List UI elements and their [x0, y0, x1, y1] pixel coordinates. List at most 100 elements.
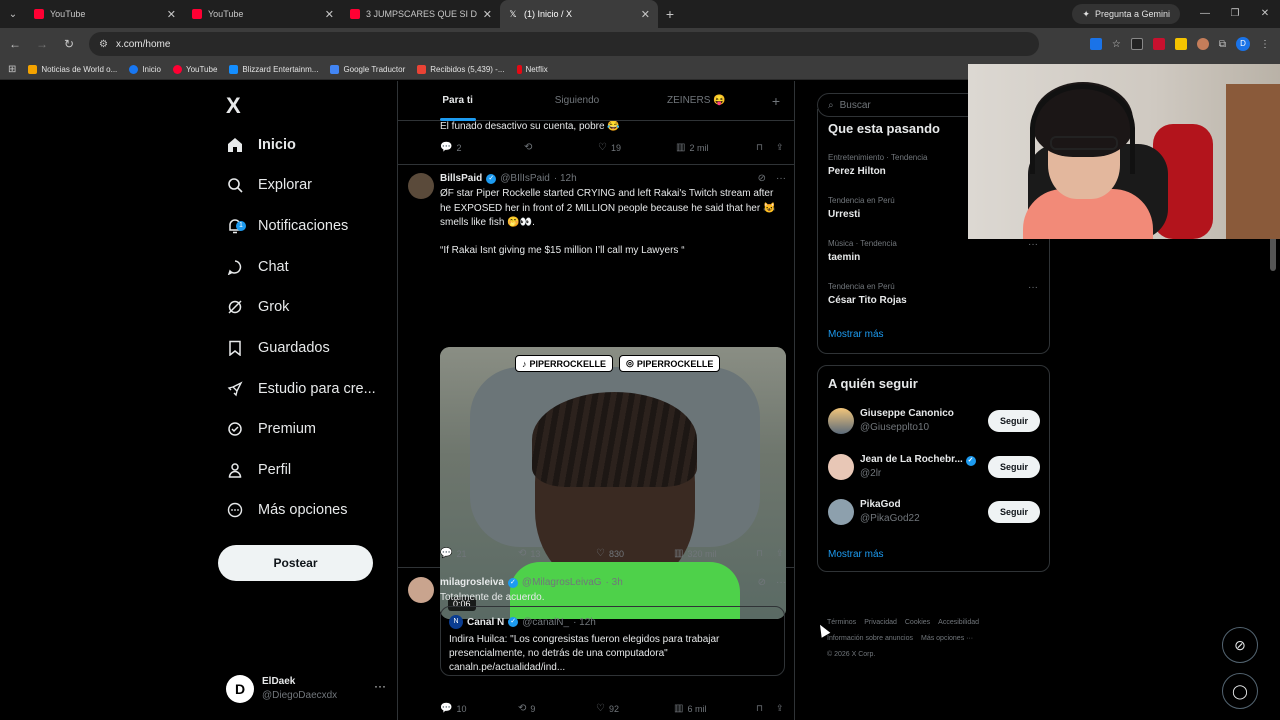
views-button[interactable]: ▥ 6 mil	[674, 703, 756, 714]
follow-suggestion[interactable]: Giuseppe Canonico @Giusepplto10 Seguir	[828, 408, 1040, 438]
follow-button[interactable]: Seguir	[988, 456, 1040, 478]
bookmark-button[interactable]: ⊓	[756, 548, 776, 559]
bookmark-item[interactable]: Google Traductor	[330, 65, 405, 74]
author-name[interactable]: BillsPaid	[440, 173, 482, 184]
browser-tab-4[interactable]: 𝕏 (1) Inicio / X ✕	[500, 0, 658, 28]
trend-item[interactable]: Tendencia en Perú César Tito Rojas ···	[828, 282, 1038, 306]
quoted-tweet[interactable]: N Canal N ✓ @canalN_ · 12h Indira Huilca…	[440, 606, 785, 676]
browser-tab-3[interactable]: 3 JUMPSCARES QUE SI DAN M ✕	[342, 0, 500, 28]
tweet-time[interactable]: · 3h	[606, 577, 623, 588]
nav-item-premium[interactable]: Premium	[226, 411, 316, 447]
tab-para-ti[interactable]: Para ti	[398, 81, 517, 121]
forward-icon[interactable]: →	[30, 37, 54, 51]
nav-item-inicio[interactable]: Inicio	[226, 127, 296, 163]
star-icon[interactable]: ☆	[1112, 39, 1121, 50]
gemini-button[interactable]: ✦ Pregunta a Gemini	[1072, 4, 1180, 24]
add-tab-icon[interactable]: +	[756, 93, 794, 109]
share-button[interactable]: ⇪	[776, 703, 784, 714]
close-icon[interactable]: ✕	[167, 8, 176, 21]
nav-item-guardados[interactable]: Guardados	[226, 330, 330, 366]
more-icon[interactable]: ···	[776, 577, 786, 588]
trend-item[interactable]: Música · Tendencia taemin ···	[828, 239, 1038, 263]
share-button[interactable]: ⇪	[776, 548, 784, 559]
more-icon[interactable]: ···	[1028, 239, 1038, 250]
back-icon[interactable]: ←	[3, 37, 27, 51]
footer-link[interactable]: Información sobre anuncios	[827, 635, 913, 642]
nav-item-mas-opciones[interactable]: Más opciones	[226, 492, 347, 528]
follow-suggestion[interactable]: Jean de La Rochebr... ✓ @2lr Seguir	[828, 454, 1040, 484]
more-icon[interactable]: ···	[776, 173, 786, 184]
address-bar[interactable]: ⚙ x.com/home	[89, 32, 1039, 56]
like-button[interactable]: ♡ 19	[598, 142, 676, 153]
repost-button[interactable]: ⟲ 13	[518, 548, 596, 559]
reply-button[interactable]: 💬 2	[440, 142, 524, 153]
more-icon[interactable]: ···	[374, 679, 386, 693]
repost-button[interactable]: ⟲ 9	[518, 703, 596, 714]
extension-icon[interactable]	[1196, 38, 1209, 50]
follow-button[interactable]: Seguir	[988, 501, 1040, 523]
tab-zeiners[interactable]: ZEINERS 😝	[637, 81, 756, 121]
author-handle[interactable]: @MilagrosLeivaG	[522, 577, 602, 588]
new-tab-button[interactable]: +	[658, 6, 682, 22]
views-button[interactable]: ▥ 320 mil	[674, 548, 756, 559]
footer-link[interactable]: Privacidad	[864, 619, 897, 626]
share-button[interactable]: ⇪	[776, 142, 784, 153]
extension-icon[interactable]	[1174, 38, 1187, 50]
bookmark-item[interactable]: YouTube	[172, 65, 217, 74]
bookmark-item[interactable]: Blizzard Entertainm...	[229, 65, 318, 74]
show-more-link[interactable]: Mostrar más	[828, 549, 884, 560]
restore-icon[interactable]: ❐	[1220, 0, 1250, 28]
minimize-icon[interactable]: —	[1190, 0, 1220, 28]
nav-item-notificaciones[interactable]: 1 Notificaciones	[226, 208, 348, 244]
footer-link[interactable]: Cookies	[905, 619, 930, 626]
footer-link[interactable]: Accesibilidad	[938, 619, 979, 626]
apps-icon[interactable]: ⊞	[8, 64, 16, 75]
footer-link[interactable]: Términos	[827, 619, 856, 626]
grok-icon[interactable]: ⊘	[758, 577, 766, 588]
extension-icon[interactable]	[1152, 38, 1165, 50]
grok-float-button[interactable]: ⊘	[1222, 627, 1258, 663]
nav-item-explorar[interactable]: Explorar	[226, 167, 312, 203]
chat-float-button[interactable]: ◯	[1222, 673, 1258, 709]
nav-item-perfil[interactable]: Perfil	[226, 452, 291, 488]
tweet[interactable]: milagrosleiva ✓ @MilagrosLeivaG · 3h ⊘ ·…	[398, 569, 794, 720]
extension-icon[interactable]	[1130, 38, 1143, 50]
bookmark-button[interactable]: ⊓	[756, 142, 776, 153]
browser-tab-1[interactable]: YouTube ✕	[26, 0, 184, 28]
nav-item-estudio[interactable]: Estudio para cre...	[226, 371, 376, 407]
nav-item-chat[interactable]: Chat	[226, 249, 289, 285]
author-name[interactable]: milagrosleiva	[440, 577, 504, 588]
more-icon[interactable]: ···	[1028, 282, 1038, 293]
avatar[interactable]	[408, 577, 434, 603]
bookmark-item[interactable]: Noticias de World o...	[28, 65, 117, 74]
account-switcher[interactable]: D ElDaek @DiegoDaecxdx ···	[226, 669, 386, 709]
post-button[interactable]: Postear	[218, 545, 373, 581]
browser-tab-2[interactable]: YouTube ✕	[184, 0, 342, 28]
avatar[interactable]	[408, 173, 434, 199]
close-window-icon[interactable]: ✕	[1250, 0, 1280, 28]
reload-icon[interactable]: ↻	[57, 37, 81, 51]
like-button[interactable]: ♡ 830	[596, 548, 674, 559]
menu-icon[interactable]: ⋮	[1260, 39, 1270, 50]
profile-avatar[interactable]: D	[1236, 37, 1250, 51]
puzzle-icon[interactable]: ⧉	[1219, 39, 1226, 50]
tweet[interactable]: BillsPaid ✓ @BIlIsPaid · 12h ⊘ ··· ØF st…	[398, 165, 794, 619]
reply-button[interactable]: 💬 21	[440, 548, 518, 559]
site-info-icon[interactable]: ⚙	[99, 39, 108, 50]
repost-button[interactable]: ⟲	[524, 142, 598, 153]
translate-icon[interactable]	[1089, 38, 1102, 50]
like-button[interactable]: ♡ 92	[596, 703, 674, 714]
follow-suggestion[interactable]: PikaGod @PikaGod22 Seguir	[828, 499, 1040, 529]
tab-search-icon[interactable]: ⌄	[0, 0, 26, 28]
views-button[interactable]: ▥ 2 mil	[676, 142, 756, 153]
tweet-partial[interactable]: El funado desactivo su cuenta, pobre 😂 💬…	[398, 121, 794, 165]
footer-link[interactable]: Más opciones ···	[921, 635, 973, 642]
x-logo-icon[interactable]: X	[226, 93, 241, 119]
bookmark-item[interactable]: Inicio	[129, 65, 161, 74]
grok-icon[interactable]: ⊘	[758, 173, 766, 184]
bookmark-item[interactable]: Recibidos (5,439) -...	[417, 65, 505, 74]
close-icon[interactable]: ✕	[483, 8, 492, 21]
close-icon[interactable]: ✕	[641, 8, 650, 21]
nav-item-grok[interactable]: Grok	[226, 289, 289, 325]
follow-button[interactable]: Seguir	[988, 410, 1040, 432]
